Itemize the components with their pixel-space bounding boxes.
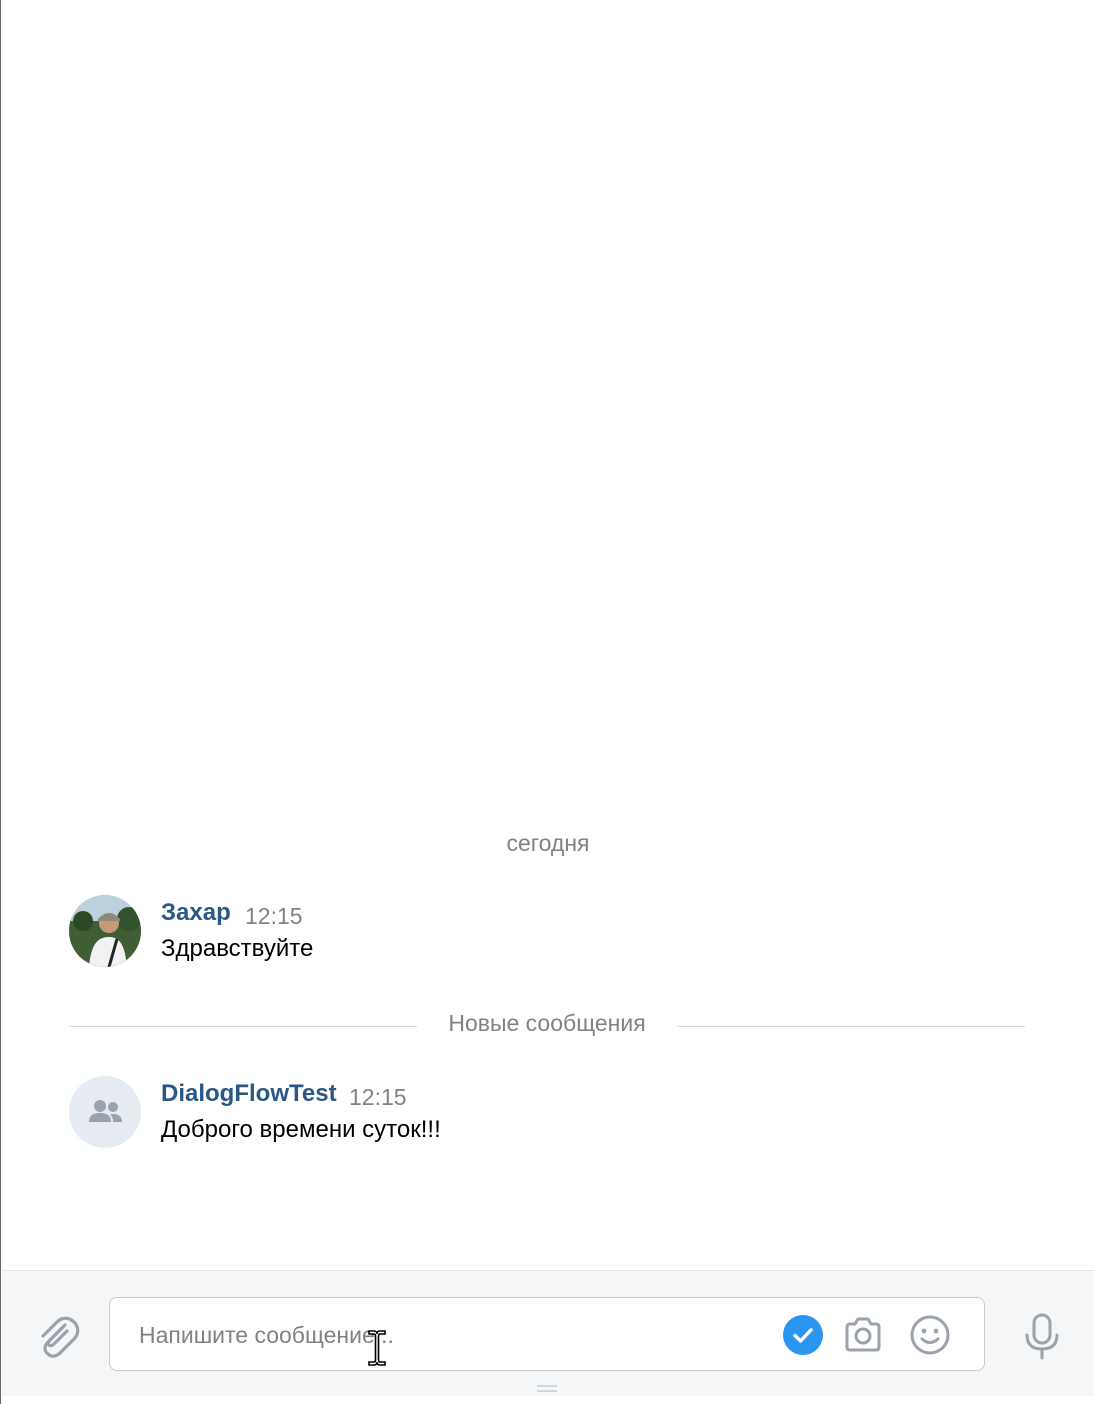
message-text: Доброго времени суток!!! — [161, 1116, 441, 1143]
user-photo-icon — [69, 895, 141, 967]
camera-button[interactable] — [840, 1312, 886, 1358]
divider — [69, 1026, 417, 1027]
group-icon — [89, 1100, 122, 1122]
message-author[interactable]: DialogFlowTest — [161, 1080, 337, 1108]
date-separator: сегодня — [506, 830, 590, 856]
avatar[interactable] — [69, 895, 141, 967]
message-item: DialogFlowTest 12:15 Доброго времени сут… — [69, 1076, 1029, 1150]
message-input-box[interactable] — [109, 1297, 985, 1371]
message-input[interactable] — [137, 1312, 761, 1358]
check-circle-icon — [783, 1315, 823, 1355]
emoji-button[interactable] — [907, 1312, 953, 1358]
template-button[interactable] — [782, 1314, 824, 1356]
divider — [677, 1026, 1025, 1027]
message-text: Здравствуйте — [161, 935, 314, 962]
message-item: Захар 12:15 Здравствуйте — [69, 895, 1029, 969]
drag-handle-icon — [537, 1385, 557, 1392]
paperclip-icon — [41, 1316, 80, 1358]
microphone-icon — [1025, 1313, 1059, 1360]
chat-window: сегодня Захар 12:15 Здравствуйте Новые с… — [0, 0, 1094, 1404]
message-time[interactable]: 12:15 — [349, 1084, 407, 1111]
message-author[interactable]: Захар — [161, 899, 231, 927]
message-history: сегодня Захар 12:15 Здравствуйте Новые с… — [1, 0, 1094, 1270]
avatar[interactable] — [69, 1076, 141, 1148]
camera-icon — [845, 1317, 881, 1352]
new-messages-separator: Новые сообщения — [69, 1008, 1025, 1042]
resize-handle[interactable] — [536, 1381, 558, 1392]
message-composer — [2, 1270, 1094, 1396]
voice-message-button[interactable] — [1020, 1311, 1064, 1363]
smile-icon — [910, 1315, 950, 1355]
message-time[interactable]: 12:15 — [245, 903, 303, 930]
attach-button[interactable] — [32, 1311, 82, 1361]
new-messages-label: Новые сообщения — [448, 1010, 646, 1036]
